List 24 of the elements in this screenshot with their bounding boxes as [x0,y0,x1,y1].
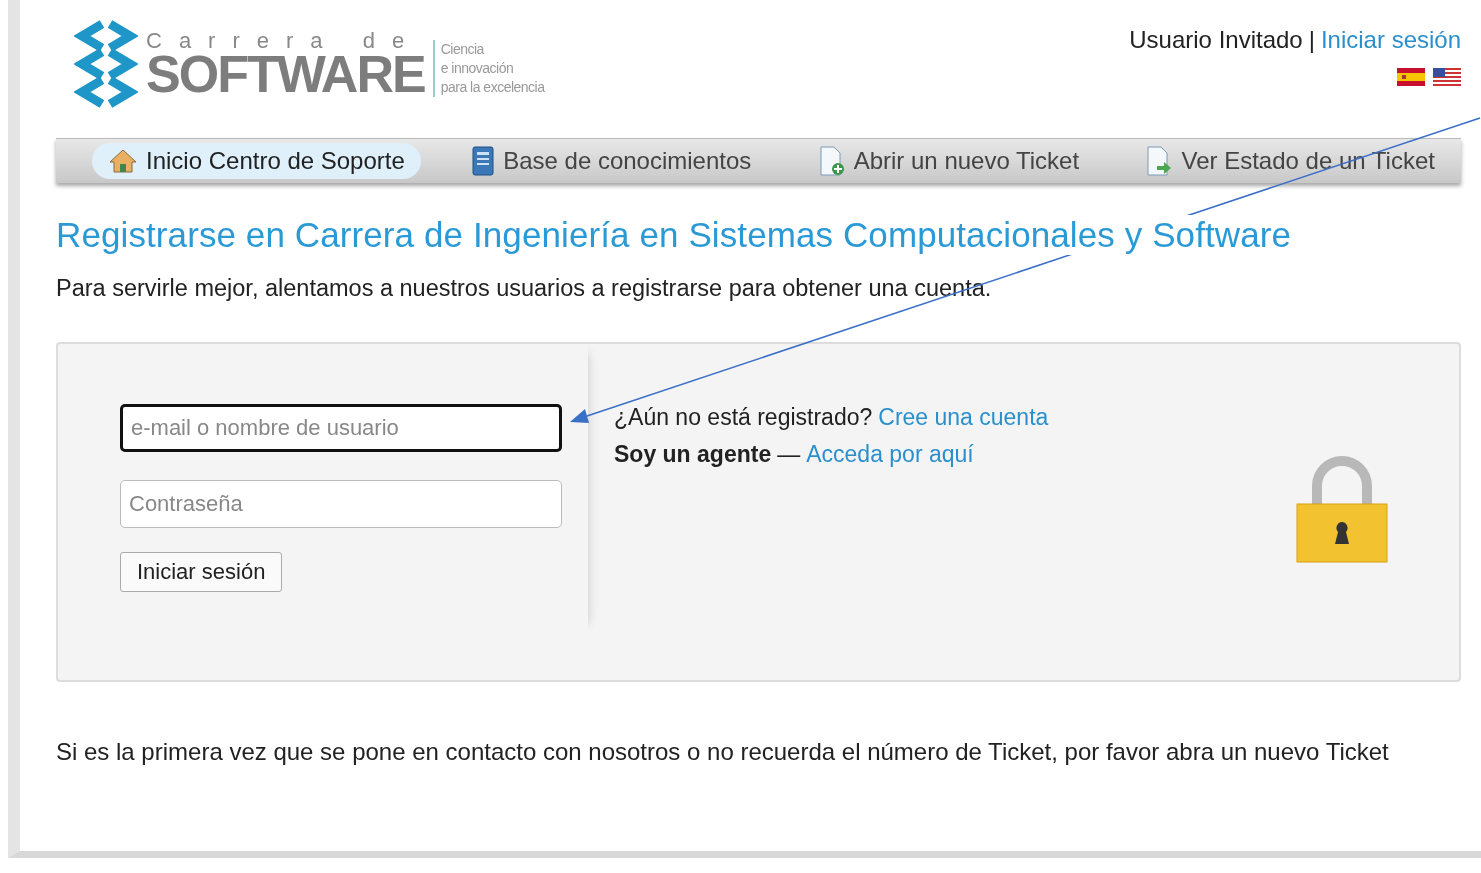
house-icon [108,148,138,174]
username-field[interactable]: e-mail o nombre de usuario [120,404,562,452]
logo-tagline: e innovación [440,58,515,78]
logo-icon [74,18,138,110]
footer-note: Si es la primera vez que se pone en contacto con nosotros o no recuerda el número de Ticket, por favor abra un nuevo Ticket [56,738,1390,766]
password-field[interactable]: Contraseña [120,480,562,528]
login-button[interactable]: Iniciar sesión [120,552,283,592]
nav-tab[interactable]: Abrir un nuevo Ticket [801,142,1096,180]
nav-tab[interactable]: Inicio Centro de Soporte [92,143,421,179]
logo-tagline: Ciencia [440,39,486,59]
spanish-flag-icon[interactable] [1397,68,1425,86]
us-flag-icon[interactable] [1433,68,1461,86]
separator: | [1308,26,1315,54]
logo-tagline: para la excelencia [440,77,545,97]
page-title: Registrarse en Carrera de Ingeniería en Sistemas Computacionales y Software [56,215,1292,255]
padlock-icon [1295,456,1389,566]
nav-tab[interactable]: Base de conocimientos [455,142,768,180]
document-plus-icon [817,146,846,176]
register-question: ¿Aún no está registrado? [614,404,873,431]
login-link[interactable]: Iniciar sesión [1320,26,1461,54]
agent-label: Soy un agente [614,441,772,468]
dash: — [777,441,801,468]
user-name: Usuario Invitado [1129,26,1303,54]
book-icon [471,146,496,176]
